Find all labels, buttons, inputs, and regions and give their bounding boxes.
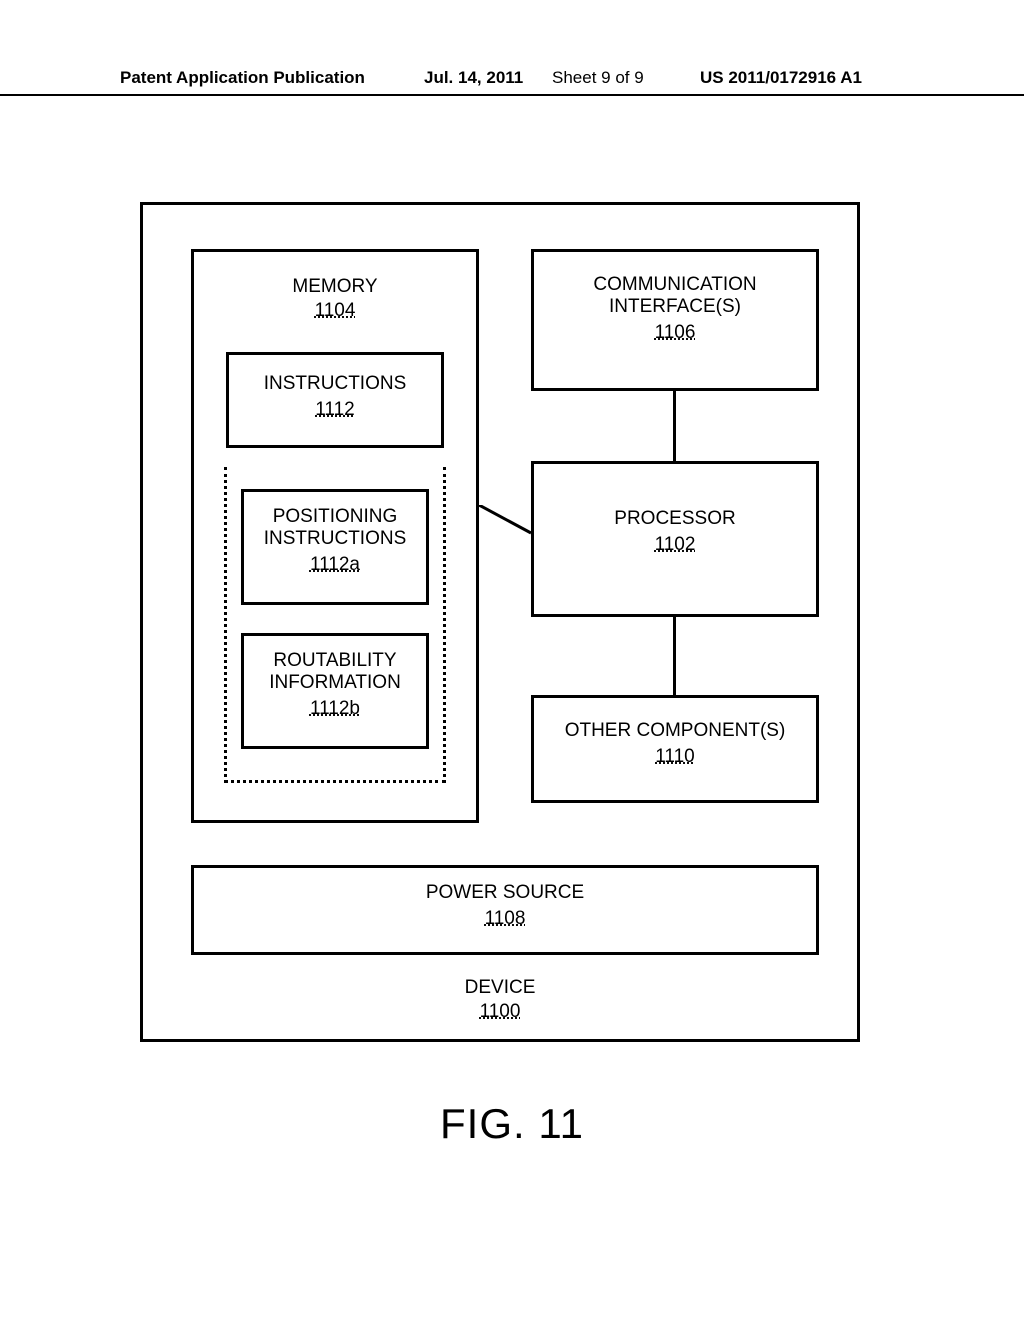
communication-block: COMMUNICATION INTERFACE(S) 1106	[531, 249, 819, 391]
instructions-block: INSTRUCTIONS 1112	[226, 352, 444, 448]
other-label: OTHER COMPONENT(S)	[534, 720, 816, 742]
processor-ref: 1102	[534, 534, 816, 556]
instructions-label: INSTRUCTIONS	[229, 373, 441, 395]
routability-label-2: INFORMATION	[244, 672, 426, 694]
other-components-block: OTHER COMPONENT(S) 1110	[531, 695, 819, 803]
processor-label: PROCESSOR	[534, 508, 816, 530]
memory-block: MEMORY 1104 INSTRUCTIONS 1112 POSITIONIN…	[191, 249, 479, 823]
positioning-block: POSITIONING INSTRUCTIONS 1112a	[241, 489, 429, 605]
positioning-label-2: INSTRUCTIONS	[244, 528, 426, 550]
processor-block: PROCESSOR 1102	[531, 461, 819, 617]
memory-ref: 1104	[194, 300, 476, 322]
communication-ref: 1106	[534, 322, 816, 344]
publication-date: Jul. 14, 2011	[424, 68, 523, 88]
connector-comm-processor	[673, 391, 676, 461]
routability-ref: 1112b	[244, 698, 426, 720]
power-ref: 1108	[194, 908, 816, 930]
page-header: Patent Application Publication Jul. 14, …	[0, 68, 1024, 96]
power-label: POWER SOURCE	[194, 882, 816, 904]
routability-block: ROUTABILITY INFORMATION 1112b	[241, 633, 429, 749]
figure-label: FIG. 11	[0, 1100, 1024, 1148]
device-block: MEMORY 1104 INSTRUCTIONS 1112 POSITIONIN…	[140, 202, 860, 1042]
connector-processor-other	[673, 617, 676, 695]
connector-memory-processor	[479, 505, 531, 545]
publication-label: Patent Application Publication	[120, 68, 365, 88]
memory-label: MEMORY	[194, 276, 476, 298]
positioning-ref: 1112a	[244, 554, 426, 576]
other-ref: 1110	[534, 746, 816, 768]
power-source-block: POWER SOURCE 1108	[191, 865, 819, 955]
instructions-ref: 1112	[229, 399, 441, 421]
sheet-label: Sheet 9 of 9	[552, 68, 644, 88]
positioning-label-1: POSITIONING	[244, 506, 426, 528]
device-label: DEVICE	[143, 977, 857, 999]
publication-number: US 2011/0172916 A1	[700, 68, 862, 88]
routability-label-1: ROUTABILITY	[244, 650, 426, 672]
communication-label-1: COMMUNICATION	[534, 274, 816, 296]
instructions-subgroup: POSITIONING INSTRUCTIONS 1112a ROUTABILI…	[224, 467, 446, 783]
communication-label-2: INTERFACE(S)	[534, 296, 816, 318]
device-ref: 1100	[143, 1001, 857, 1023]
